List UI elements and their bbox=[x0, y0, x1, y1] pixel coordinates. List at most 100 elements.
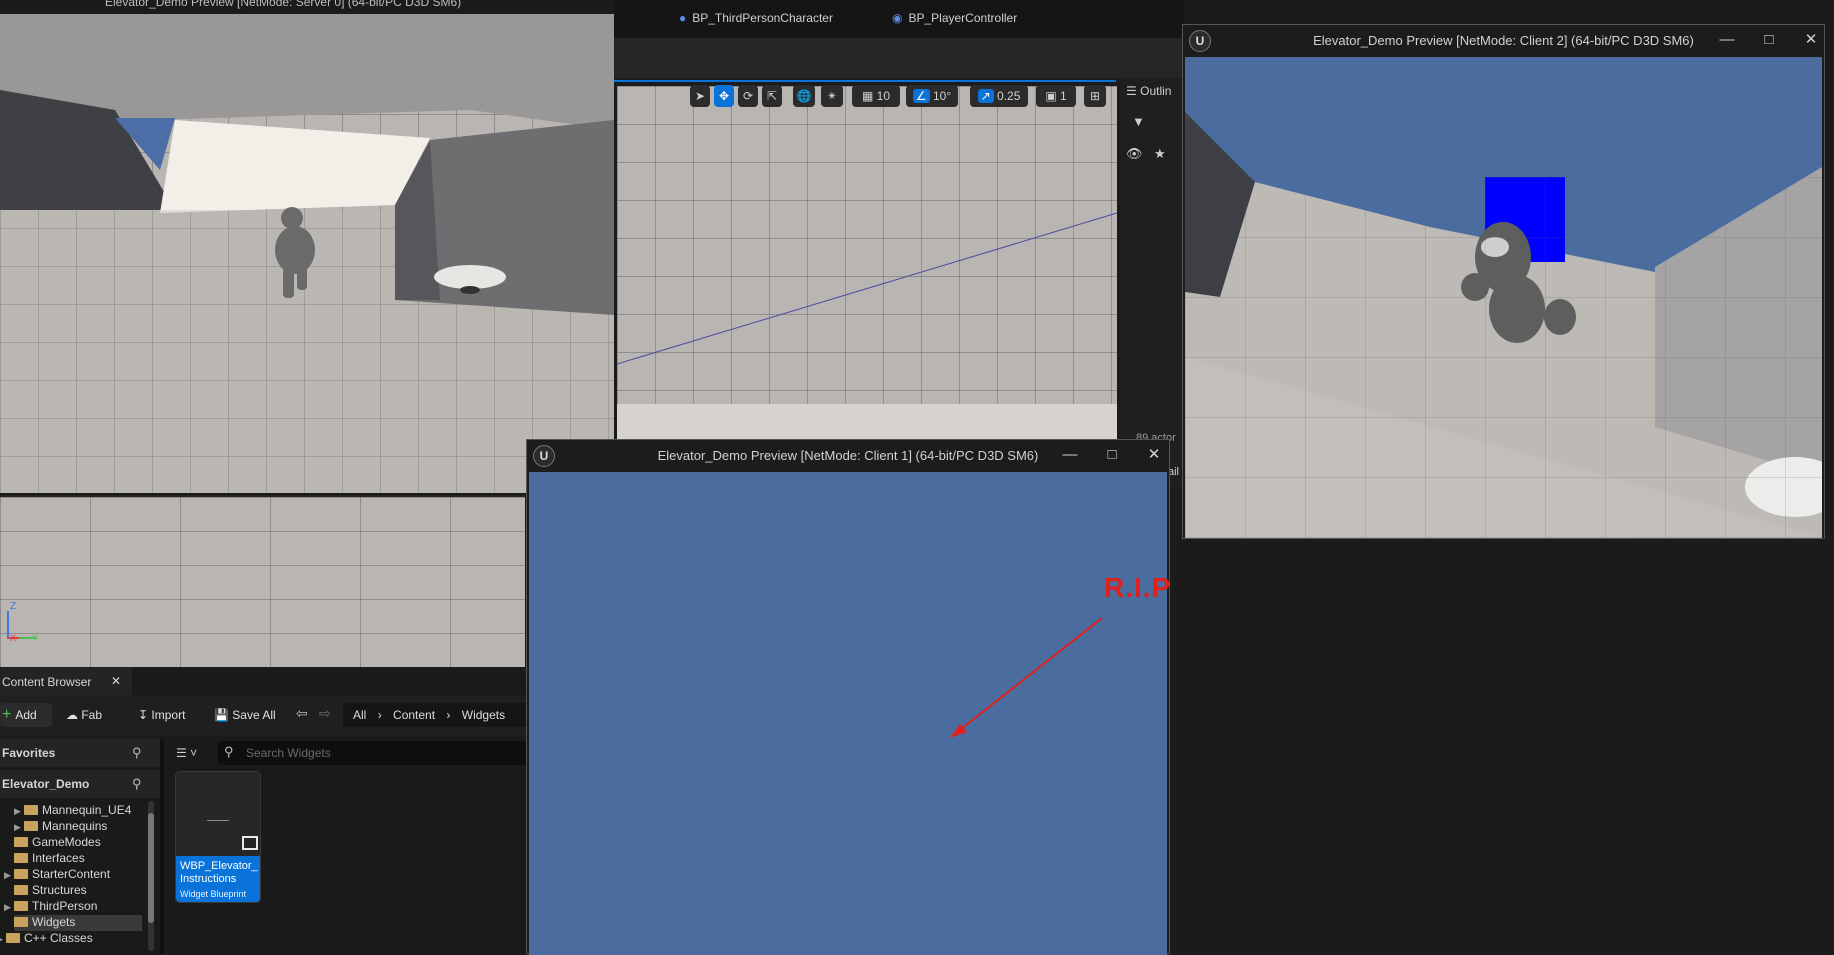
folder-tree-item[interactable]: ▶ Mannequin_UE4 bbox=[0, 803, 145, 819]
back-arrow-icon[interactable]: ⇦ bbox=[296, 705, 308, 722]
import-icon: ↧ bbox=[138, 708, 149, 722]
rotation-snap-value: 10° bbox=[932, 89, 952, 103]
folder-icon bbox=[24, 821, 38, 831]
folder-tree-item[interactable]: ▶ StarterContent bbox=[0, 867, 145, 883]
import-button[interactable]: ↧ Import bbox=[138, 703, 185, 727]
gamepad-icon: ◉ bbox=[892, 11, 903, 25]
breadcrumb-all[interactable]: All bbox=[353, 708, 366, 722]
breadcrumb-widgets[interactable]: Widgets bbox=[462, 708, 505, 722]
search-icon[interactable]: ⚲ bbox=[132, 745, 142, 761]
client2-titlebar[interactable]: U Elevator_Demo Preview [NetMode: Client… bbox=[1183, 25, 1824, 55]
expand-arrow-icon[interactable]: ▶ bbox=[4, 902, 14, 913]
fab-label: Fab bbox=[81, 708, 103, 722]
folder-tree-item[interactable]: ▶C++ Classes bbox=[0, 931, 145, 947]
close-icon[interactable]: ✕ bbox=[1140, 443, 1168, 467]
outliner-panel: ☰ Outlin ▼ 👁 ★ 89 actor ail bbox=[1120, 78, 1184, 488]
project-header[interactable]: Elevator_Demo ⚲ bbox=[0, 770, 160, 798]
visibility-eye-icon[interactable]: 👁 bbox=[1126, 146, 1143, 162]
folder-label: C++ Classes bbox=[24, 931, 93, 945]
folder-label: GameModes bbox=[32, 835, 101, 849]
filter-dropdown[interactable]: ☰ ˅ bbox=[176, 741, 212, 765]
tab-label: BP_ThirdPersonCharacter bbox=[692, 11, 833, 25]
breadcrumb: All › Content › Widgets bbox=[343, 703, 527, 727]
folder-icon bbox=[14, 869, 28, 879]
widget-blueprint-icon bbox=[242, 836, 258, 850]
search-placeholder: Search Widgets bbox=[246, 746, 331, 760]
save-all-button[interactable]: 💾 Save All bbox=[214, 703, 276, 727]
tree-scrollbar[interactable] bbox=[148, 801, 154, 951]
folder-tree-item[interactable]: Widgets bbox=[14, 915, 142, 931]
import-label: Import bbox=[151, 708, 186, 722]
camera-icon: ▣ bbox=[1045, 89, 1057, 103]
client2-viewport[interactable] bbox=[1185, 57, 1822, 538]
scale-snap-value: 0.25 bbox=[997, 89, 1021, 103]
add-button[interactable]: + Add bbox=[0, 703, 52, 727]
annotation-arrow bbox=[950, 617, 1103, 738]
folder-icon bbox=[6, 933, 20, 943]
chevron-right-icon: › bbox=[446, 708, 451, 722]
content-browser: Content Browser ✕ + Add ☁ Fab ↧ Import 💾 … bbox=[0, 667, 527, 954]
asset-name-line2: Instructions bbox=[180, 873, 237, 885]
folder-label: Mannequin_UE4 bbox=[42, 803, 132, 817]
axis-z-label: Z bbox=[10, 601, 17, 612]
maximize-icon[interactable]: □ bbox=[1098, 443, 1126, 467]
tab-bp-thirdpersoncharacter[interactable]: ● BP_ThirdPersonCharacter bbox=[679, 11, 833, 25]
tab-bp-playercontroller[interactable]: ◉ BP_PlayerController bbox=[892, 11, 1017, 25]
grid-icon: ▦ bbox=[861, 89, 874, 103]
folder-label: StarterContent bbox=[32, 867, 111, 881]
close-icon[interactable]: ✕ bbox=[1797, 28, 1825, 52]
minimize-icon[interactable]: — bbox=[1713, 28, 1741, 52]
surface-snap-button[interactable]: ✴ bbox=[821, 85, 843, 107]
rip-annotation: R.I.P bbox=[1104, 572, 1172, 603]
folder-icon bbox=[14, 885, 28, 895]
client2-window[interactable]: U Elevator_Demo Preview [NetMode: Client… bbox=[1182, 24, 1825, 539]
folder-tree-item[interactable]: Interfaces bbox=[0, 851, 145, 867]
layout-button[interactable]: ⊞ bbox=[1084, 85, 1106, 107]
folder-tree-item[interactable]: ▶ ThirdPerson bbox=[0, 899, 145, 915]
chevron-right-icon: › bbox=[377, 708, 382, 722]
asset-type: Widget Blueprint bbox=[180, 889, 247, 899]
scale-tool-button[interactable]: ⇱ bbox=[762, 85, 782, 107]
translate-tool-button[interactable]: ✥ bbox=[714, 85, 734, 107]
angle-icon: ∠ bbox=[912, 89, 930, 103]
select-tool-button[interactable]: ➤ bbox=[690, 85, 710, 107]
grid-snap-button[interactable]: ▦ 10 bbox=[852, 85, 900, 107]
search-input[interactable]: ⚲ Search Widgets bbox=[218, 741, 527, 765]
star-icon[interactable]: ★ bbox=[1154, 146, 1166, 162]
favorites-label: Favorites bbox=[2, 746, 56, 760]
world-space-button[interactable]: 🌐 bbox=[793, 85, 815, 107]
level-viewport[interactable] bbox=[617, 86, 1117, 404]
client1-titlebar[interactable]: U Elevator_Demo Preview [NetMode: Client… bbox=[527, 440, 1169, 470]
minimize-icon[interactable]: — bbox=[1056, 443, 1084, 467]
project-label: Elevator_Demo bbox=[2, 777, 90, 791]
outliner-tab-label: Outlin bbox=[1140, 84, 1172, 98]
forward-arrow-icon[interactable]: ⇨ bbox=[319, 705, 331, 722]
fab-button[interactable]: ☁ Fab bbox=[66, 703, 102, 727]
maximize-icon[interactable]: □ bbox=[1755, 28, 1783, 52]
server-window-title: Elevator_Demo Preview [NetMode: Server 0… bbox=[105, 0, 462, 9]
breadcrumb-content[interactable]: Content bbox=[393, 708, 435, 722]
rotation-snap-button[interactable]: ∠ 10° bbox=[906, 85, 958, 107]
save-icon: 💾 bbox=[214, 708, 229, 722]
expand-arrow-icon[interactable]: ▶ bbox=[14, 806, 24, 817]
content-browser-tab[interactable]: Content Browser ✕ bbox=[0, 667, 132, 695]
expand-arrow-icon[interactable]: ▶ bbox=[14, 822, 24, 833]
camera-speed-button[interactable]: ▣ 1 bbox=[1036, 85, 1076, 107]
folder-tree-item[interactable]: GameModes bbox=[0, 835, 145, 851]
search-icon[interactable]: ⚲ bbox=[132, 776, 142, 792]
scale-snap-button[interactable]: ↗ 0.25 bbox=[970, 85, 1028, 107]
favorites-header[interactable]: Favorites ⚲ bbox=[0, 739, 160, 767]
close-icon[interactable]: ✕ bbox=[111, 674, 121, 688]
folder-tree-item[interactable]: Structures bbox=[0, 883, 145, 899]
folder-tree-item[interactable]: ▶ Mannequins bbox=[0, 819, 145, 835]
lower-viewport[interactable]: Z X Y bbox=[0, 497, 525, 667]
filter-icon[interactable]: ▼ bbox=[1132, 114, 1145, 129]
outliner-tab[interactable]: ☰ Outlin bbox=[1126, 84, 1171, 98]
expand-arrow-icon[interactable]: ▶ bbox=[4, 870, 14, 881]
save-all-label: Save All bbox=[232, 708, 276, 722]
rotate-tool-button[interactable]: ⟳ bbox=[738, 85, 758, 107]
server-viewport[interactable]: Elevator_Demo Preview [NetMode: Server 0… bbox=[0, 0, 614, 497]
plus-icon: + bbox=[2, 706, 12, 723]
asset-tile[interactable]: WBP_Elevator_ Instructions Widget Bluepr… bbox=[175, 771, 261, 903]
fab-icon: ☁ bbox=[66, 708, 78, 722]
